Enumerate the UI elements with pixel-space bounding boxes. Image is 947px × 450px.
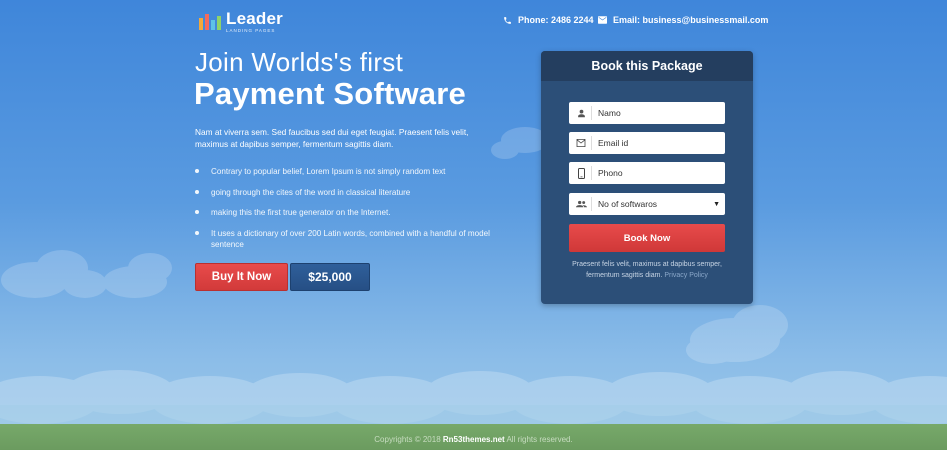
name-field[interactable]: Namo — [569, 102, 725, 124]
header-email[interactable]: Email: business@businessmail.com — [598, 15, 768, 25]
feature-item: going through the cites of the word in c… — [195, 187, 495, 198]
feature-item: It uses a dictionary of over 200 Latin w… — [195, 228, 495, 250]
header-phone[interactable]: Phone: 2486 2244 — [503, 15, 594, 25]
mobile-icon — [571, 167, 591, 179]
group-icon — [571, 200, 591, 208]
footer-copyright: Copyrights © 2018 Rn53themes.net All rig… — [0, 435, 947, 444]
footer-prefix: Copyrights © 2018 — [374, 435, 441, 444]
book-now-button[interactable]: Book Now — [569, 224, 725, 252]
software-select[interactable]: No of softwaros ▼ — [569, 193, 725, 215]
phone-icon — [504, 16, 511, 24]
hero-title-line2: Payment Software — [194, 76, 466, 111]
privacy-policy-link[interactable]: Privacy Policy — [664, 272, 708, 279]
hero-description: Nam at viverra sem. Sed faucibus sed dui… — [195, 127, 469, 149]
brand-name: Leader — [226, 9, 283, 28]
brand-logo[interactable]: Leader LANDING PAGES — [199, 9, 283, 33]
buy-now-button[interactable]: Buy It Now — [195, 263, 288, 291]
phone-text: Phone: 2486 2244 — [518, 15, 594, 25]
footer-site-link[interactable]: Rn53themes.net — [443, 435, 505, 444]
software-select-value: No of softwaros — [598, 199, 658, 209]
hero-title-line1: Join Worlds's first — [195, 47, 404, 77]
person-icon — [571, 109, 591, 118]
mail-icon — [571, 139, 591, 147]
booking-title: Book this Package — [541, 51, 753, 81]
price-badge[interactable]: $25,000 — [290, 263, 370, 291]
caret-down-icon: ▼ — [713, 200, 720, 208]
email-placeholder: Email id — [598, 138, 629, 148]
phone-field[interactable]: Phono — [569, 162, 725, 184]
brand-tagline: LANDING PAGES — [226, 28, 276, 33]
bar-chart-icon — [199, 13, 221, 30]
name-placeholder: Namo — [598, 108, 621, 118]
mail-icon — [598, 16, 607, 24]
feature-item: Contrary to popular belief, Lorem Ipsum … — [195, 166, 495, 177]
feature-item: making this the first true generator on … — [195, 207, 495, 218]
footer-suffix: All rights reserved. — [506, 435, 573, 444]
email-text: Email: business@businessmail.com — [613, 15, 769, 25]
email-field[interactable]: Email id — [569, 132, 725, 154]
booking-note: Praesent felis velit, maximus at dapibus… — [567, 260, 727, 281]
booking-card: Book this Package Namo Email id Phono No… — [541, 51, 753, 304]
phone-placeholder: Phono — [598, 168, 623, 178]
feature-list: Contrary to popular belief, Lorem Ipsum … — [195, 166, 495, 259]
